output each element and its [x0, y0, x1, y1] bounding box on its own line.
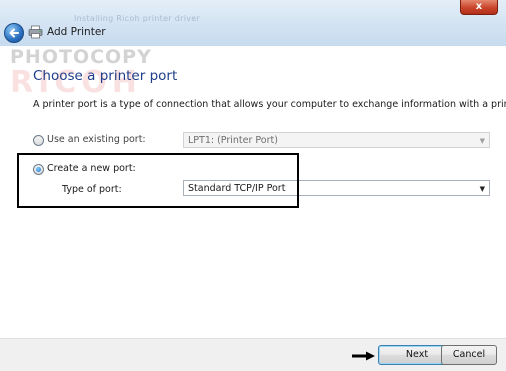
- back-arrow-icon: [9, 28, 19, 38]
- existing-port-label[interactable]: Use an existing port:: [47, 134, 146, 145]
- dialog-title: Add Printer: [47, 26, 106, 38]
- existing-port-radio[interactable]: [33, 135, 44, 146]
- page-description: A printer port is a type of connection t…: [33, 99, 506, 110]
- title-bar: Installing Ricoh printer driver x Add Pr…: [0, 0, 506, 46]
- wizard-footer: Next Cancel: [0, 338, 506, 371]
- watermark-line1: PHOTOCOPY: [10, 46, 152, 68]
- annotation-arrow-icon: [352, 351, 375, 361]
- existing-port-value: LPT1: (Printer Port): [188, 135, 278, 146]
- back-button[interactable]: [4, 23, 24, 43]
- printer-icon: [28, 25, 43, 39]
- annotation-highlight-box: [17, 153, 299, 208]
- page-heading: Choose a printer port: [33, 68, 178, 84]
- existing-port-select[interactable]: LPT1: (Printer Port) ▼: [183, 132, 490, 148]
- chevron-down-icon: ▼: [479, 185, 485, 193]
- blurred-window-title: Installing Ricoh printer driver: [74, 14, 201, 23]
- chevron-down-icon: ▼: [479, 137, 485, 145]
- cancel-button[interactable]: Cancel: [441, 345, 497, 365]
- close-button[interactable]: x: [460, 0, 498, 15]
